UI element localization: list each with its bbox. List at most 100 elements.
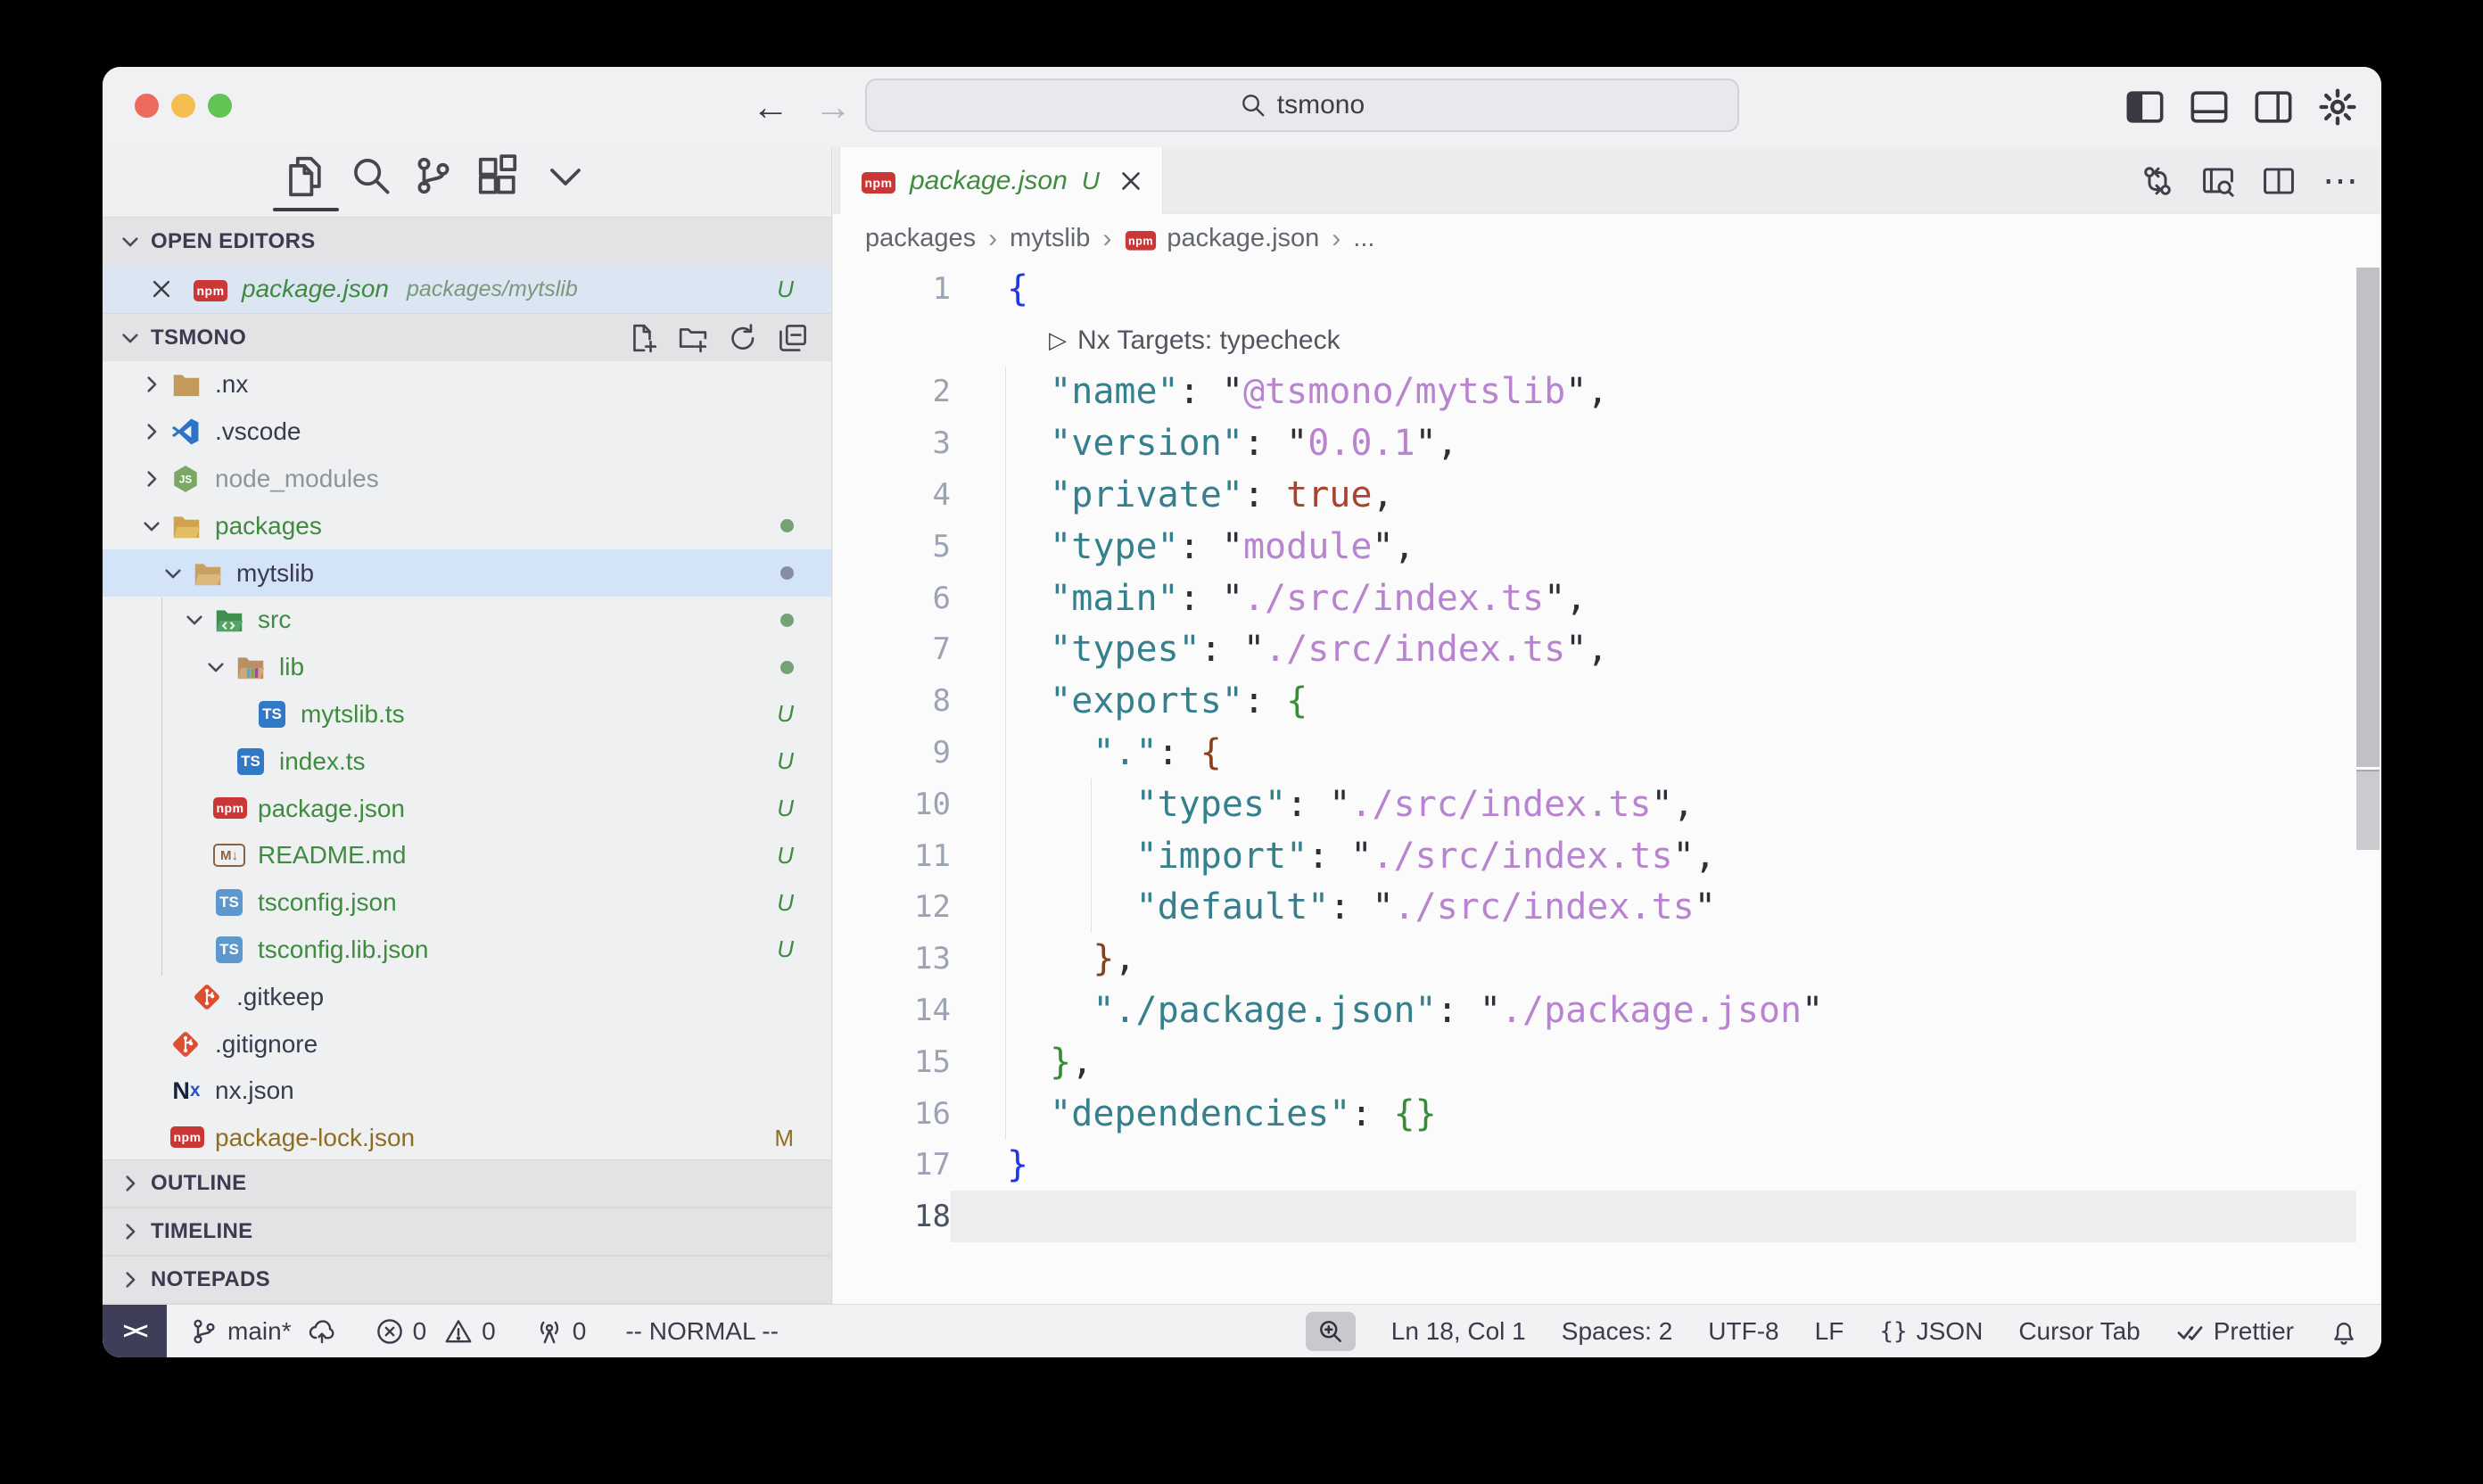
new-file-icon[interactable] [628, 323, 658, 353]
tab-package-json[interactable]: npm package.json U [839, 147, 1163, 214]
panel-header-timeline[interactable]: TIMELINE [103, 1208, 831, 1256]
forward-button[interactable]: → [814, 86, 852, 128]
tree-item-packages[interactable]: packages [103, 502, 831, 549]
code-line-8[interactable]: 8 "exports": { [833, 675, 2356, 727]
open-editors-header[interactable]: OPEN EDITORS [103, 217, 831, 265]
tree-item-mytslib.ts[interactable]: TSmytslib.tsU [103, 691, 831, 738]
toggle-primary-sidebar-icon[interactable] [2124, 87, 2165, 128]
line-number: 11 [833, 838, 951, 874]
git-branch-status[interactable]: main* [190, 1317, 336, 1346]
tree-item-mytslib[interactable]: mytslib [103, 549, 831, 597]
code-line-4[interactable]: 4 "private": true, [833, 469, 2356, 521]
encoding-status[interactable]: UTF-8 [1708, 1317, 1778, 1346]
code-line-16[interactable]: 16 "dependencies": {} [833, 1088, 2356, 1140]
vim-mode-indicator[interactable]: -- NORMAL -- [625, 1317, 779, 1346]
tree-item-tsconfig.json[interactable]: TStsconfig.jsonU [103, 879, 831, 927]
settings-icon[interactable] [2317, 87, 2358, 128]
tree-item-.gitkeep[interactable]: .gitkeep [103, 973, 831, 1020]
broadcast-status[interactable]: 0 [535, 1317, 587, 1346]
code-area[interactable]: 1{▷Nx Targets: typecheck2 "name": "@tsmo… [833, 263, 2356, 1304]
code-line-14[interactable]: 14 "./package.json": "./package.json" [833, 985, 2356, 1036]
tree-item-node_modules[interactable]: JSnode_modules [103, 456, 831, 503]
tree-item-lib[interactable]: lib [103, 644, 831, 691]
code-line-13[interactable]: 13 }, [833, 933, 2356, 985]
collapse-all-icon[interactable] [778, 323, 808, 353]
minimize-window-button[interactable] [171, 94, 195, 118]
code-line-5[interactable]: 5 "type": "module", [833, 521, 2356, 573]
code-line-9[interactable]: 9 ".": { [833, 727, 2356, 779]
new-folder-icon[interactable] [678, 323, 708, 353]
tree-item-.vscode[interactable]: .vscode [103, 408, 831, 456]
zoom-indicator[interactable] [1306, 1312, 1356, 1351]
eol-status[interactable]: LF [1815, 1317, 1844, 1346]
breadcrumb-item[interactable]: packages [865, 224, 976, 253]
code-line-6[interactable]: 6 "main": "./src/index.ts", [833, 573, 2356, 624]
codelens-nx-targets[interactable]: ▷Nx Targets: typecheck [951, 315, 2356, 367]
code-line-17[interactable]: 17} [833, 1140, 2356, 1191]
command-center-search[interactable]: tsmono [865, 78, 1739, 132]
notifications-bell-icon[interactable] [2330, 1317, 2358, 1346]
panel-header-outline[interactable]: OUTLINE [103, 1159, 831, 1208]
open-changes-icon[interactable] [2141, 164, 2174, 198]
remote-indicator[interactable]: >< [103, 1305, 167, 1358]
tree-item-nx.json[interactable]: Nxnx.json [103, 1068, 831, 1115]
editor-scrollbar[interactable] [2356, 147, 2380, 1304]
search-editor-icon[interactable] [2201, 164, 2235, 198]
close-tab-icon[interactable] [1118, 168, 1144, 194]
zoom-window-button[interactable] [208, 94, 232, 118]
toggle-secondary-sidebar-icon[interactable] [2253, 87, 2294, 128]
tree-item-.nx[interactable]: .nx [103, 361, 831, 408]
language-mode-status[interactable]: {} JSON [1879, 1317, 1983, 1346]
activity-source-control-icon[interactable] [412, 154, 455, 197]
line-number: 17 [833, 1147, 951, 1183]
code-line-3[interactable]: 3 "version": "0.0.1", [833, 417, 2356, 469]
indentation-status[interactable]: Spaces: 2 [1562, 1317, 1673, 1346]
code-line-12[interactable]: 12 "default": "./src/index.ts" [833, 882, 2356, 934]
activity-more-icon[interactable] [544, 154, 587, 197]
toggle-panel-icon[interactable] [2189, 87, 2230, 128]
tree-item-package.json[interactable]: npmpackage.jsonU [103, 785, 831, 832]
tree-item-package-lock.json[interactable]: npmpackage-lock.jsonM [103, 1115, 831, 1162]
activity-files-icon[interactable] [283, 154, 326, 197]
breadcrumb-item[interactable]: ... [1353, 224, 1374, 253]
activity-search-icon[interactable] [350, 154, 392, 197]
tree-item-README.md[interactable]: M↓README.mdU [103, 832, 831, 879]
code-line-15[interactable]: 15 }, [833, 1036, 2356, 1088]
cursor-position-status[interactable]: Ln 18, Col 1 [1391, 1317, 1526, 1346]
breadcrumb-item[interactable]: npmpackage.json [1124, 224, 1319, 253]
refresh-icon[interactable] [728, 323, 758, 353]
back-button[interactable]: ← [752, 86, 789, 128]
code-line-1[interactable]: 1{ [833, 263, 2356, 315]
tree-item-src[interactable]: src [103, 597, 831, 644]
tree-item-index.ts[interactable]: TSindex.tsU [103, 738, 831, 785]
scrollbar-thumb[interactable] [2356, 268, 2380, 767]
close-icon[interactable] [149, 276, 174, 301]
more-actions-icon[interactable]: ⋯ [2322, 164, 2360, 198]
problems-status[interactable]: 0 0 [375, 1317, 496, 1346]
code-line-7[interactable]: 7 "types": "./src/index.ts", [833, 624, 2356, 676]
breadcrumb-separator: › [988, 224, 997, 254]
open-editor-item[interactable]: npm package.json packages/mytslib U [103, 265, 831, 313]
git-branch-icon [190, 1317, 219, 1346]
tree-item-.gitignore[interactable]: .gitignore [103, 1020, 831, 1068]
activity-extensions-icon[interactable] [476, 154, 519, 197]
close-window-button[interactable] [135, 94, 159, 118]
code-line-10[interactable]: 10 "types": "./src/index.ts", [833, 779, 2356, 830]
code-line-2[interactable]: 2 "name": "@tsmono/mytslib", [833, 367, 2356, 418]
tree-item-tsconfig.lib.json[interactable]: TStsconfig.lib.jsonU [103, 927, 831, 974]
cursor-tab-status[interactable]: Cursor Tab [2018, 1317, 2140, 1346]
line-number: 3 [833, 425, 951, 461]
explorer-header[interactable]: TSMONO [103, 313, 831, 361]
tree-item-label: .nx [215, 370, 248, 399]
status-bar: >< main* 0 0 [103, 1304, 2381, 1357]
code-line-18[interactable]: 18 [833, 1191, 2356, 1242]
panel-header-notepads[interactable]: NOTEPADS [103, 1256, 831, 1304]
code-line-11[interactable]: 11 "import": "./src/index.ts", [833, 830, 2356, 882]
tree-item-label: index.ts [279, 747, 366, 776]
untracked-badge: U [777, 795, 794, 822]
formatter-status[interactable]: Prettier [2176, 1317, 2294, 1346]
scrollbar-thumb-secondary[interactable] [2356, 770, 2380, 850]
split-editor-icon[interactable] [2262, 164, 2296, 198]
traffic-lights [135, 94, 232, 118]
breadcrumb-item[interactable]: mytslib [1010, 224, 1090, 253]
